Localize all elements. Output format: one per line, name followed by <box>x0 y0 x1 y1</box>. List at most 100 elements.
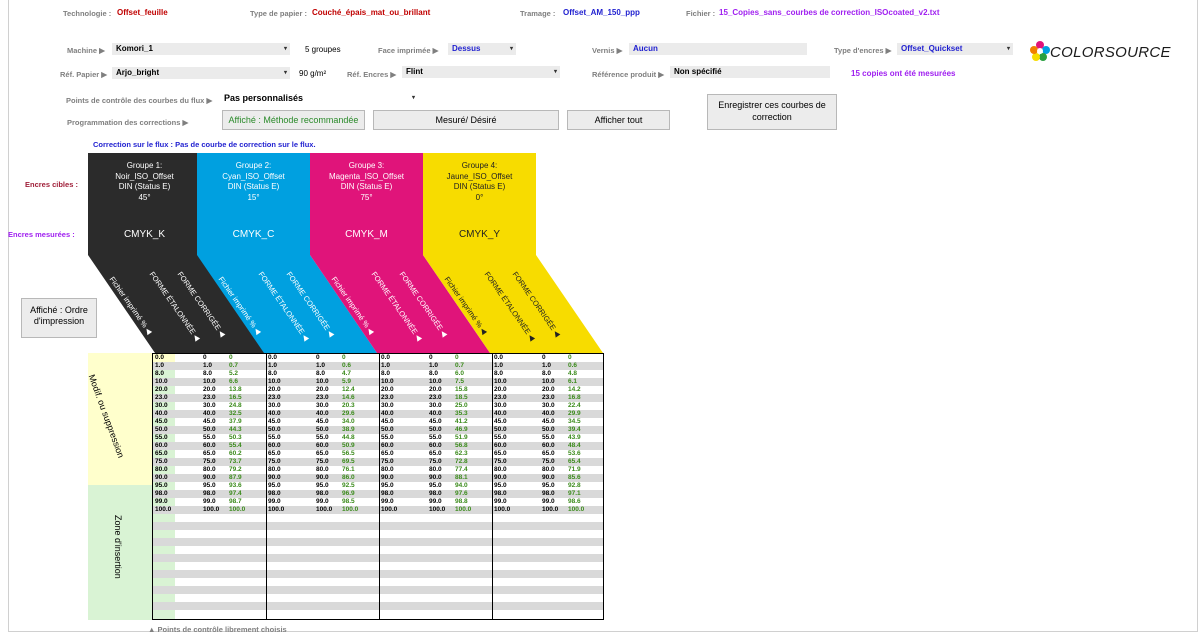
forme-corrigee-value: 96.9 <box>342 490 355 497</box>
empty-row[interactable] <box>153 594 603 602</box>
forme-etalonnee-value: 10.0 <box>203 378 216 385</box>
table-row[interactable]: 95.0 95.0 93.6 95.0 95.0 92.5 95.0 95.0 94.0 95.0… <box>153 482 603 490</box>
table-row[interactable]: 23.0 23.0 16.5 23.0 23.0 14.6 23.0 23.0 18.5 23.0… <box>153 394 603 402</box>
table-row[interactable]: 20.0 20.0 13.8 20.0 20.0 12.4 20.0 20.0 15.8 20.0… <box>153 386 603 394</box>
forme-corrigee-value: 56.5 <box>342 450 355 457</box>
group-status: DIN (Status E) <box>340 182 393 191</box>
forme-corrigee-value: 6.0 <box>455 370 465 377</box>
forme-corrigee-value: 92.5 <box>342 482 355 489</box>
fichier-pct: 0.0 <box>381 354 391 361</box>
group-header-4: Groupe 4: Jaune_ISO_Offset DIN (Status E… <box>423 153 536 254</box>
fichier-pct: 100.0 <box>381 506 398 513</box>
forme-etalonnee-value: 1.0 <box>203 362 213 369</box>
fichier-pct: 65.0 <box>381 450 394 457</box>
forme-etalonnee-value: 8.0 <box>429 370 439 377</box>
table-row[interactable]: 8.0 8.0 5.2 8.0 8.0 4.7 8.0 8.0 6.0 8.0 8.0 4.8 <box>153 370 603 378</box>
forme-etalonnee-value: 23.0 <box>542 394 555 401</box>
group-angle: 75° <box>360 192 373 202</box>
fichier-pct: 95.0 <box>381 482 394 489</box>
empty-row[interactable] <box>153 546 603 554</box>
table-row[interactable]: 60.0 60.0 55.4 60.0 60.0 50.9 60.0 60.0 56.8 60.0… <box>153 442 603 450</box>
fichier-pct: 98.0 <box>494 490 507 497</box>
forme-corrigee-value: 6.6 <box>229 378 239 385</box>
fichier-pct: 99.0 <box>494 498 507 505</box>
forme-etalonnee-value: 55.0 <box>316 434 329 441</box>
forme-etalonnee-value: 60.0 <box>316 442 329 449</box>
forme-etalonnee-value: 40.0 <box>316 410 329 417</box>
group-title: Groupe 1: <box>126 161 163 170</box>
table-row[interactable]: 99.0 99.0 98.7 99.0 99.0 98.5 99.0 99.0 98.8 99.0… <box>153 498 603 506</box>
table-row[interactable]: 50.0 50.0 44.3 50.0 50.0 38.9 50.0 50.0 46.9 50.0… <box>153 426 603 434</box>
empty-row[interactable] <box>153 578 603 586</box>
forme-corrigee-value: 4.8 <box>568 370 578 377</box>
table-row[interactable]: 100.0 100.0 100.0 100.0 100.0 100.0 100.0 100.0… <box>153 506 603 514</box>
empty-row[interactable] <box>153 522 603 530</box>
forme-etalonnee-value: 20.0 <box>203 386 216 393</box>
forme-corrigee-value: 0 <box>568 354 572 361</box>
table-row[interactable]: 40.0 40.0 32.5 40.0 40.0 29.6 40.0 40.0 35.3 40.0… <box>153 410 603 418</box>
fichier-pct: 10.0 <box>381 378 394 385</box>
forme-etalonnee-value: 90.0 <box>429 474 442 481</box>
empty-row[interactable] <box>153 538 603 546</box>
forme-etalonnee-value: 1.0 <box>542 362 552 369</box>
table-row[interactable]: 1.0 1.0 0.7 1.0 1.0 0.6 1.0 1.0 0.7 1.0 1.0 0.6 <box>153 362 603 370</box>
forme-corrigee-value: 97.6 <box>455 490 468 497</box>
forme-etalonnee-value: 90.0 <box>542 474 555 481</box>
empty-row[interactable] <box>153 554 603 562</box>
forme-etalonnee-value: 50.0 <box>203 426 216 433</box>
forme-etalonnee-value: 23.0 <box>316 394 329 401</box>
group-header-2: Groupe 2: Cyan_ISO_Offset DIN (Status E)… <box>197 153 310 254</box>
group-title: Groupe 4: <box>461 161 498 170</box>
forme-corrigee-value: 34.0 <box>342 418 355 425</box>
footnote: ▲ Points de contrôle librement choisis <box>148 625 287 634</box>
table-row[interactable]: 45.0 45.0 37.9 45.0 45.0 34.0 45.0 45.0 41.2 45.0… <box>153 418 603 426</box>
table-row[interactable]: 75.0 75.0 73.7 75.0 75.0 69.5 75.0 75.0 72.8 75.0… <box>153 458 603 466</box>
column-divider <box>266 354 267 619</box>
forme-etalonnee-value: 30.0 <box>203 402 216 409</box>
fichier-pct: 75.0 <box>381 458 394 465</box>
forme-etalonnee-value: 30.0 <box>429 402 442 409</box>
measured-ink-label: CMYK_K <box>123 229 166 240</box>
empty-row[interactable] <box>153 602 603 610</box>
forme-corrigee-value: 79.2 <box>229 466 242 473</box>
table-row[interactable]: 65.0 65.0 60.2 65.0 65.0 56.5 65.0 65.0 62.3 65.0… <box>153 450 603 458</box>
forme-etalonnee-value: 8.0 <box>316 370 326 377</box>
forme-etalonnee-value: 65.0 <box>316 450 329 457</box>
forme-etalonnee-value: 75.0 <box>203 458 216 465</box>
fichier-pct: 60.0 <box>381 442 394 449</box>
fichier-pct: 45.0 <box>494 418 507 425</box>
empty-row[interactable] <box>153 586 603 594</box>
table-row[interactable]: 30.0 30.0 24.8 30.0 30.0 20.3 30.0 30.0 25.0 30.0… <box>153 402 603 410</box>
affiche-ordre-button[interactable]: Affiché : Ordre d'impression <box>21 298 97 338</box>
fichier-pct: 40.0 <box>268 410 281 417</box>
forme-etalonnee-value: 0 <box>542 354 546 361</box>
table-row[interactable]: 98.0 98.0 97.4 98.0 98.0 96.9 98.0 98.0 97.6 98.0… <box>153 490 603 498</box>
forme-etalonnee-value: 100.0 <box>203 506 220 513</box>
fichier-pct: 40.0 <box>155 410 168 417</box>
forme-corrigee-value: 13.8 <box>229 386 242 393</box>
empty-row[interactable] <box>153 570 603 578</box>
empty-row[interactable] <box>153 562 603 570</box>
fichier-pct: 50.0 <box>268 426 281 433</box>
forme-corrigee-value: 98.7 <box>229 498 242 505</box>
table-row[interactable]: 90.0 90.0 87.9 90.0 90.0 86.0 90.0 90.0 88.1 90.0… <box>153 474 603 482</box>
empty-row[interactable] <box>153 514 603 522</box>
fichier-pct: 65.0 <box>494 450 507 457</box>
fichier-pct: 50.0 <box>381 426 394 433</box>
empty-row[interactable] <box>153 530 603 538</box>
table-row[interactable]: 0.0 0 0 0.0 0 0 0.0 0 0 0.0 0 0 <box>153 354 603 362</box>
forme-corrigee-value: 35.3 <box>455 410 468 417</box>
forme-etalonnee-value: 95.0 <box>203 482 216 489</box>
empty-row[interactable] <box>153 610 603 618</box>
forme-etalonnee-value: 100.0 <box>316 506 333 513</box>
group-ink-name: Cyan_ISO_Offset <box>222 171 285 181</box>
fichier-pct: 20.0 <box>155 386 168 393</box>
table-row[interactable]: 10.0 10.0 6.6 10.0 10.0 5.9 10.0 10.0 7.5 10.0 10.… <box>153 378 603 386</box>
forme-etalonnee-value: 45.0 <box>542 418 555 425</box>
table-row[interactable]: 80.0 80.0 79.2 80.0 80.0 76.1 80.0 80.0 77.4 80.0… <box>153 466 603 474</box>
group-header-3: Groupe 3: Magenta_ISO_Offset DIN (Status… <box>310 153 423 254</box>
table-row[interactable]: 55.0 55.0 50.3 55.0 55.0 44.8 55.0 55.0 51.9 55.0… <box>153 434 603 442</box>
forme-corrigee-value: 5.2 <box>229 370 239 377</box>
forme-etalonnee-value: 10.0 <box>429 378 442 385</box>
forme-etalonnee-value: 20.0 <box>316 386 329 393</box>
